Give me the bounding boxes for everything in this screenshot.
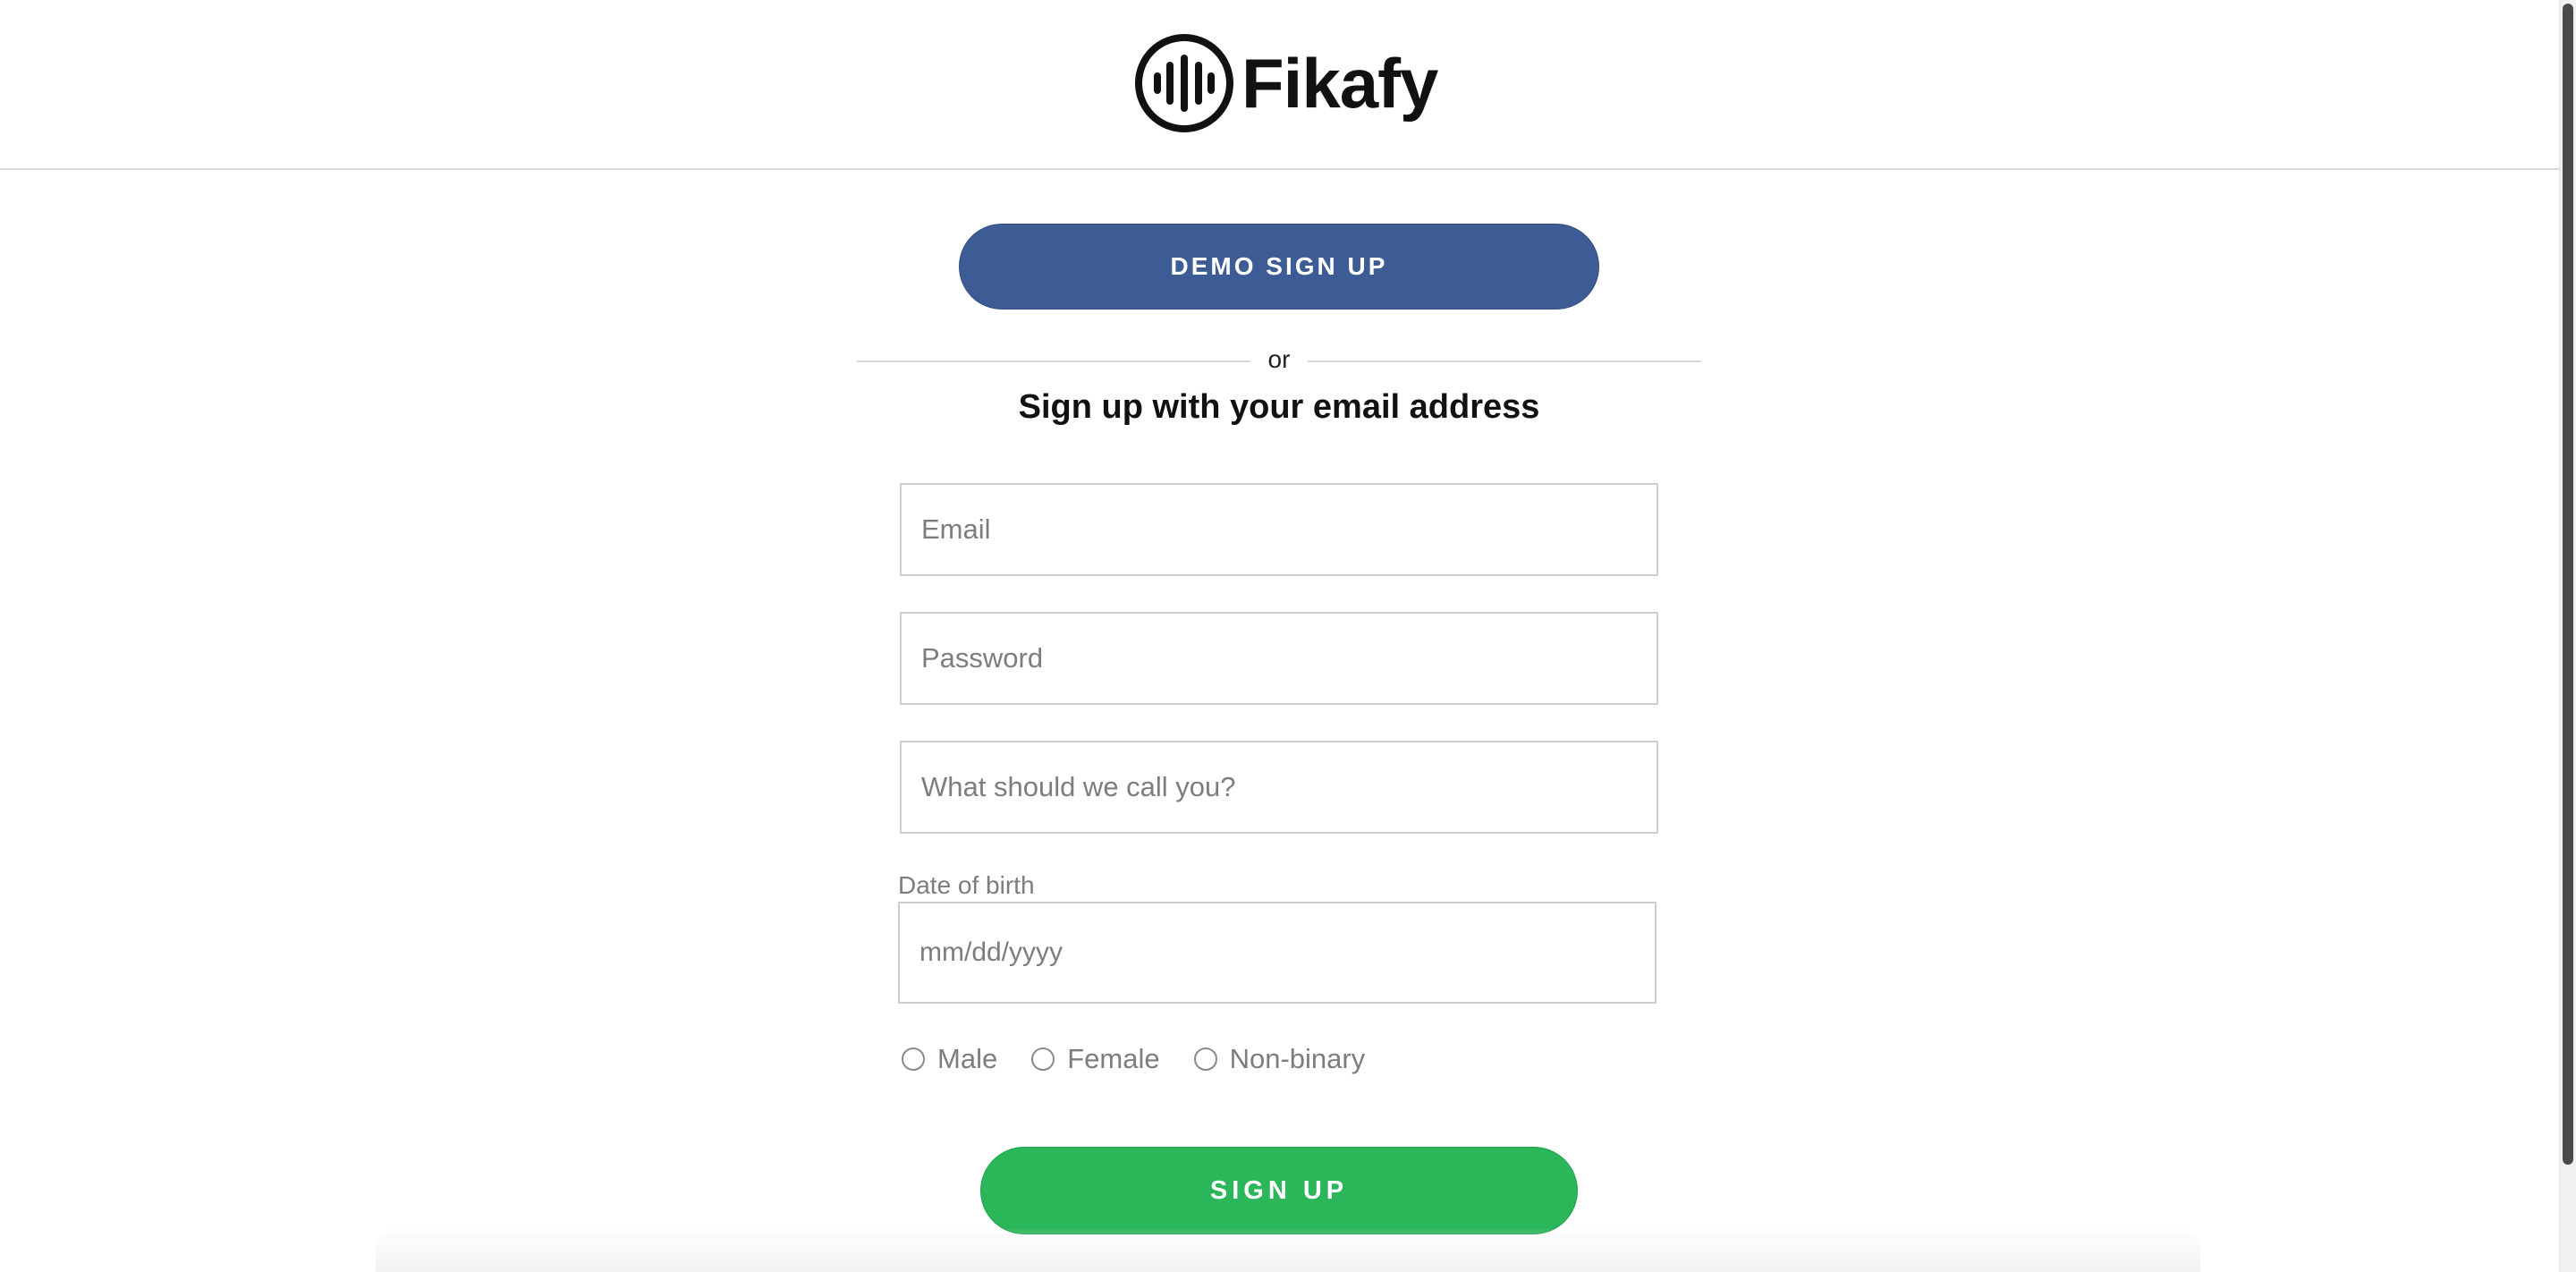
demo-sign-up-button[interactable]: DEMO SIGN UP: [959, 224, 1599, 310]
email-field[interactable]: [900, 483, 1658, 576]
gender-option-male[interactable]: Male: [902, 1043, 997, 1075]
gender-label: Female: [1067, 1043, 1160, 1074]
vertical-scrollbar[interactable]: [2559, 0, 2576, 1272]
gender-option-female[interactable]: Female: [1031, 1043, 1160, 1075]
display-name-field[interactable]: [900, 741, 1658, 834]
logo-text: Fikafy: [1241, 44, 1438, 123]
divider-line-left: [857, 360, 1250, 362]
password-field[interactable]: [900, 612, 1658, 705]
divider-line-right: [1308, 360, 1701, 362]
gender-label: Non-binary: [1229, 1043, 1366, 1074]
date-of-birth-label: Date of birth: [898, 871, 1035, 899]
radio-button[interactable]: [1031, 1047, 1055, 1071]
bottom-panel-shadow: [376, 1227, 2200, 1272]
form-title: Sign up with your email address: [1018, 388, 1540, 426]
gender-option-non-binary[interactable]: Non-binary: [1193, 1043, 1366, 1075]
header: Fikafy: [0, 0, 2560, 170]
radio-button[interactable]: [902, 1047, 925, 1071]
gender-radio-group: Male Female Non-binary: [902, 1039, 1399, 1079]
date-of-birth-placeholder: mm/dd/yyyy: [919, 937, 1063, 967]
radio-button[interactable]: [1193, 1047, 1217, 1071]
soundwave-circle-icon: [1135, 34, 1233, 132]
divider-or-text: or: [1267, 345, 1291, 373]
signup-page: Fikafy DEMO SIGN UP or Sign up with your…: [0, 0, 2576, 1272]
logo[interactable]: Fikafy: [1134, 32, 1438, 134]
date-of-birth-field[interactable]: mm/dd/yyyy: [898, 902, 1657, 1004]
scrollbar-thumb[interactable]: [2563, 4, 2573, 1165]
sign-up-button[interactable]: SIGN UP: [980, 1147, 1578, 1234]
gender-label: Male: [937, 1043, 998, 1074]
